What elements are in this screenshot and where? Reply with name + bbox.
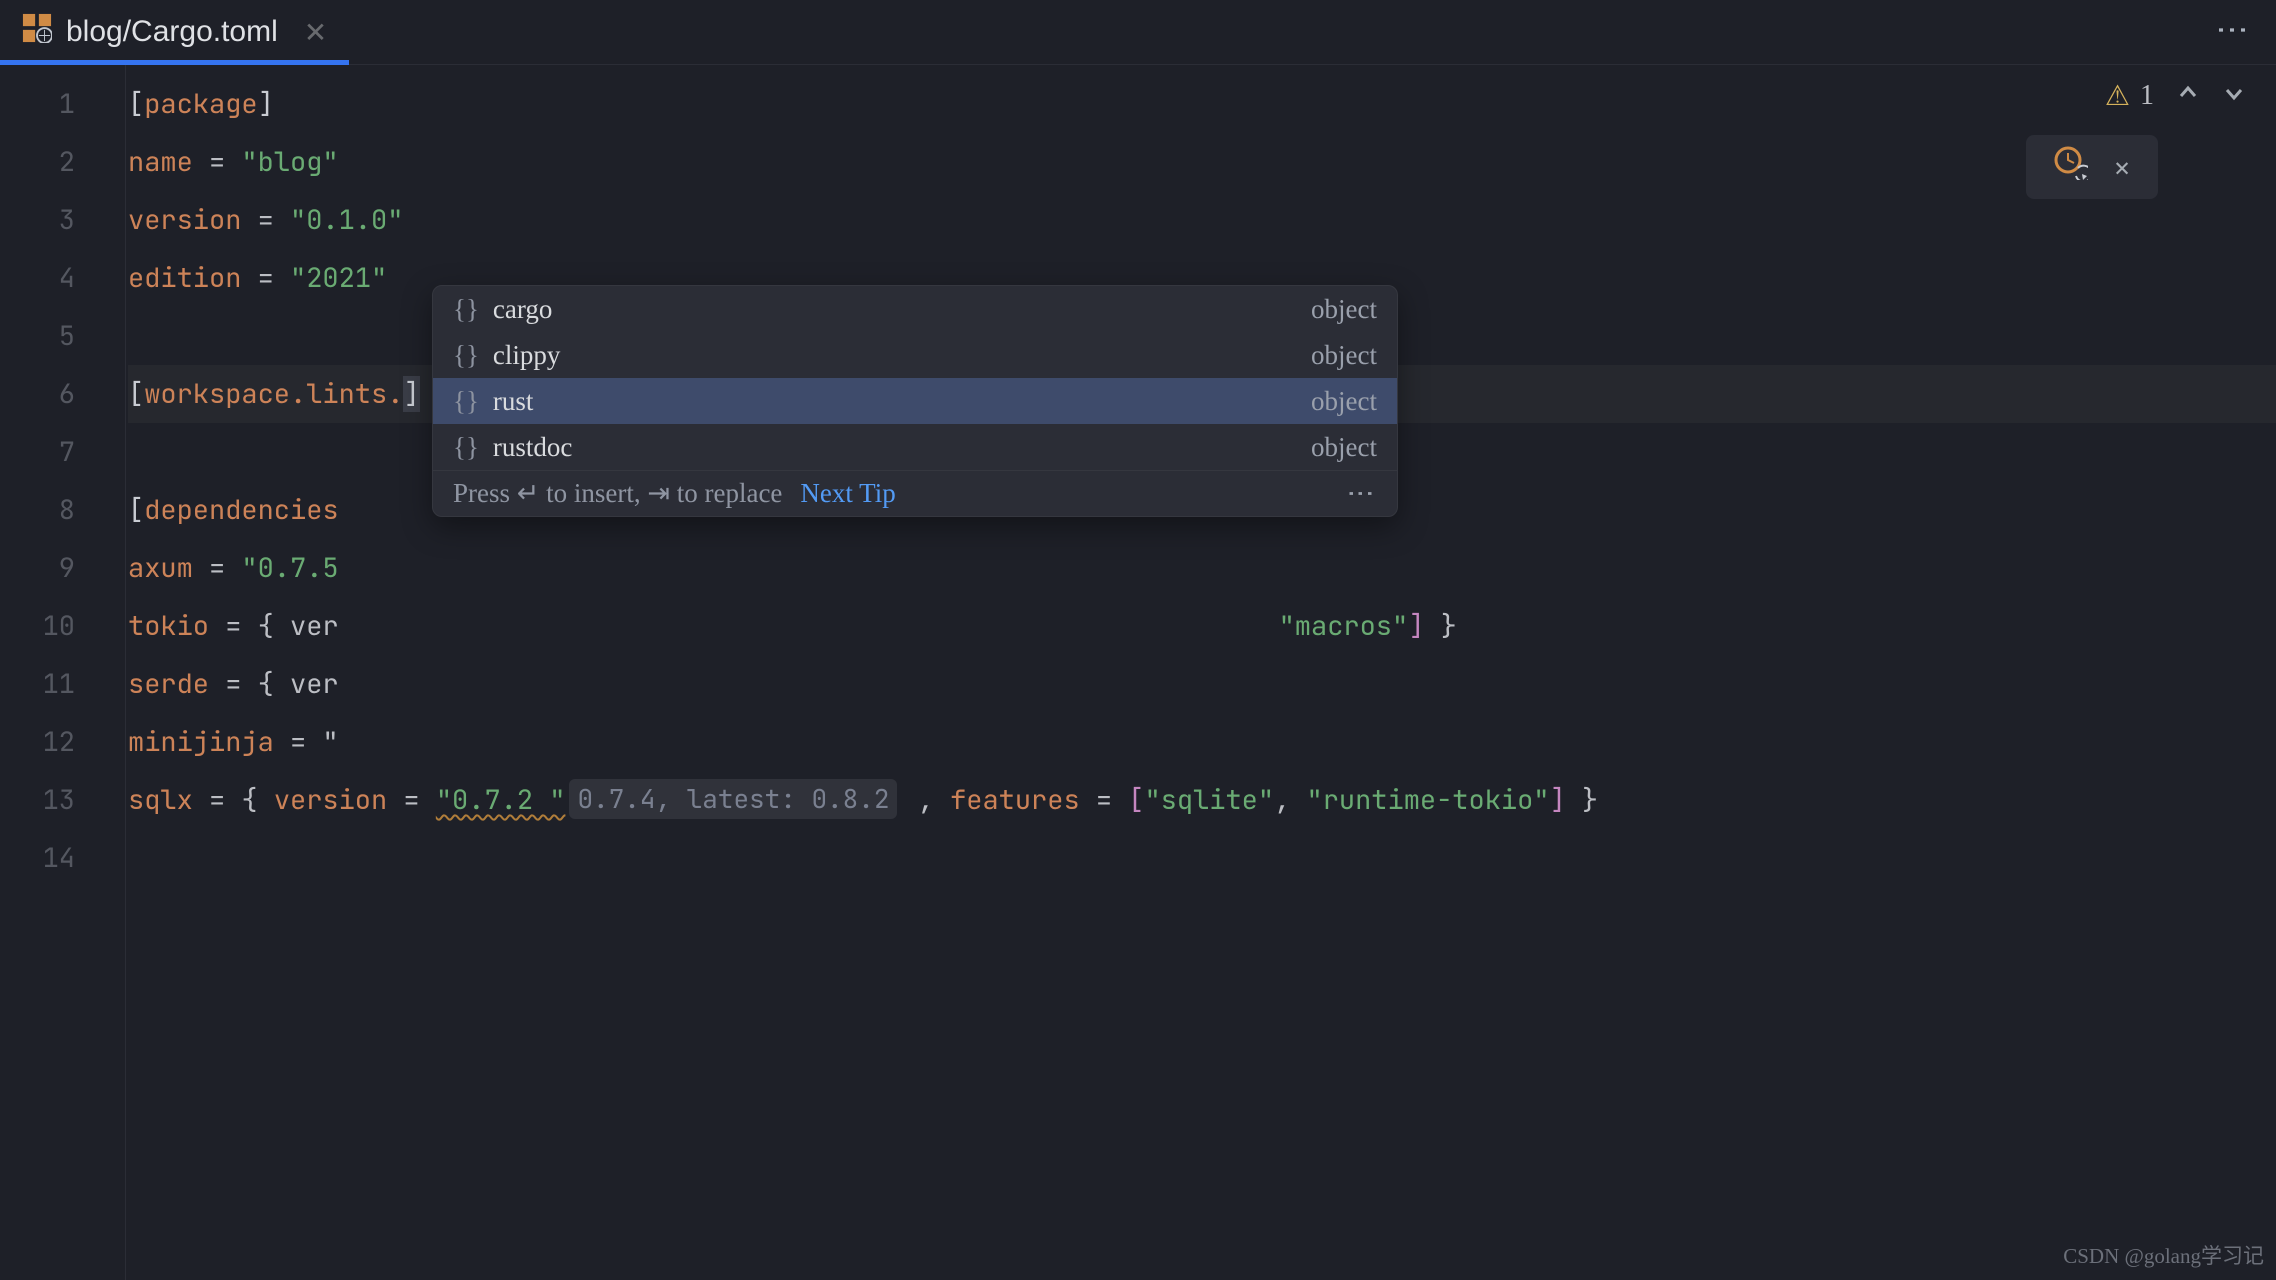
version-inlay-hint: 0.7.4, latest: 0.8.2 — [569, 779, 897, 819]
completion-item[interactable]: {} cargo object — [433, 286, 1397, 332]
warning-count: 1 — [2140, 80, 2154, 112]
more-icon[interactable]: ⋮ — [1345, 480, 1377, 507]
gutter: 1 2 3 4 5 6 7 8 9 10 11 12 13 14 — [0, 65, 125, 1280]
cargo-refresh-icon[interactable] — [2054, 146, 2088, 189]
more-actions-icon[interactable]: ⋮ — [2214, 14, 2252, 44]
inspection-widget[interactable]: ⚠ 1 — [2105, 79, 2246, 113]
line-number: 3 — [0, 191, 75, 249]
line-number: 14 — [0, 829, 75, 887]
editor: 1 2 3 4 5 6 7 8 9 10 11 12 13 14 [packag… — [0, 65, 2276, 1280]
completion-popup: {} cargo object {} clippy object {} rust… — [432, 285, 1398, 517]
tab-title: blog/Cargo.toml — [66, 15, 278, 49]
line-number: 10 — [0, 597, 75, 655]
line-number: 12 — [0, 713, 75, 771]
next-tip-link[interactable]: Next Tip — [800, 478, 895, 509]
warning-icon: ⚠ — [2105, 79, 2130, 113]
completion-item[interactable]: {} rustdoc object — [433, 424, 1397, 470]
braces-icon: {} — [453, 294, 479, 325]
cargo-toml-icon — [22, 13, 52, 51]
code-area[interactable]: [package] name = "blog" version = "0.1.0… — [125, 65, 2276, 1280]
line-number: 6 — [0, 365, 75, 423]
braces-icon: {} — [453, 340, 479, 371]
tab-bar: blog/Cargo.toml ✕ ⋮ — [0, 0, 2276, 65]
line-number: 11 — [0, 655, 75, 713]
line-number: 2 — [0, 133, 75, 191]
close-icon[interactable]: ✕ — [2114, 150, 2130, 185]
prev-problem-icon[interactable] — [2176, 81, 2200, 112]
line-number: 8 — [0, 481, 75, 539]
line-number: 7 — [0, 423, 75, 481]
line-number: 4 — [0, 249, 75, 307]
cargo-refresh-popup: ✕ — [2026, 135, 2158, 199]
next-problem-icon[interactable] — [2222, 81, 2246, 112]
watermark: CSDN @golang学习记 — [2063, 1240, 2264, 1270]
completion-item[interactable]: {} rust object — [433, 378, 1397, 424]
line-number: 9 — [0, 539, 75, 597]
line-number: 5 — [0, 307, 75, 365]
completion-item[interactable]: {} clippy object — [433, 332, 1397, 378]
completion-hint: Press ↵ to insert, ⇥ to replace Next Tip… — [433, 470, 1397, 516]
line-number: 1 — [0, 75, 75, 133]
tab-cargo-toml[interactable]: blog/Cargo.toml ✕ — [0, 0, 349, 64]
line-number: 13 — [0, 771, 75, 829]
braces-icon: {} — [453, 386, 479, 417]
braces-icon: {} — [453, 432, 479, 463]
close-icon[interactable]: ✕ — [304, 16, 327, 49]
